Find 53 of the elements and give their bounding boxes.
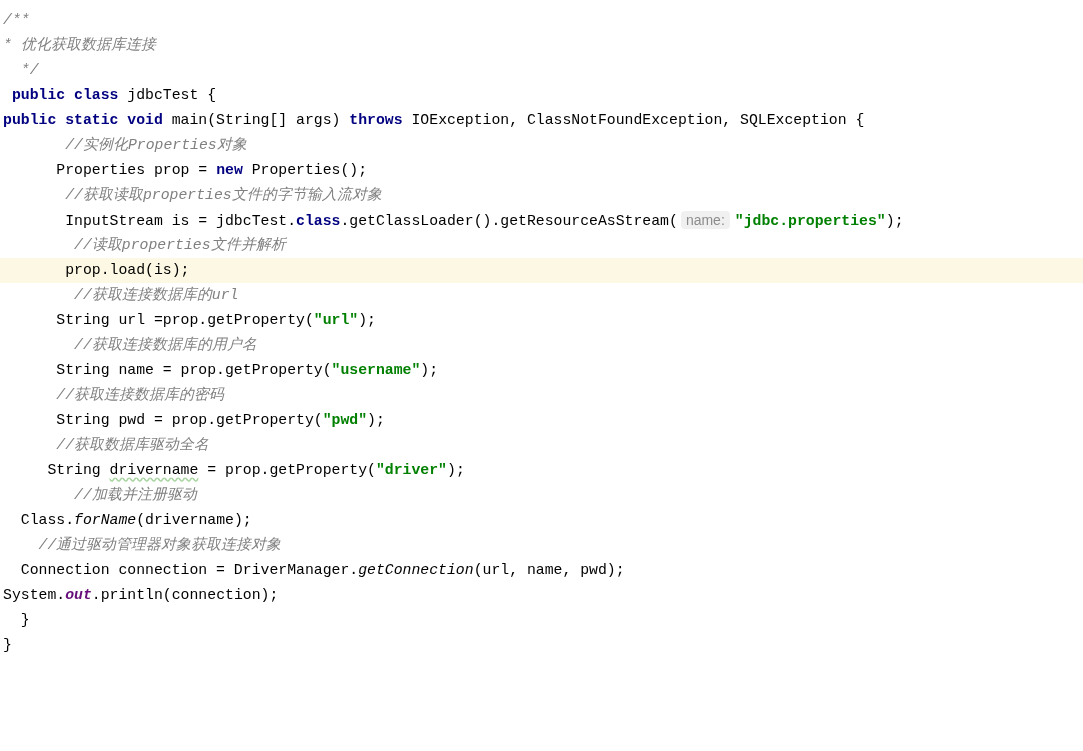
parameter-hint: name: [680, 211, 730, 229]
code-text: InputStream is = jdbcTest. [64, 213, 297, 229]
code-text: Class. [19, 512, 75, 528]
code-comment: //获取连接数据库的密码 [55, 387, 225, 403]
code-text: ); [447, 462, 465, 478]
code-text: String [46, 462, 102, 478]
code-comment: */ [19, 62, 39, 78]
code-text: Properties(); [250, 162, 368, 178]
code-text: ); [358, 312, 376, 328]
code-text: String pwd = prop.getProperty( [55, 412, 323, 428]
code-keyword: class [296, 213, 341, 229]
code-text: Properties prop = [55, 162, 209, 178]
code-keyword: new [216, 162, 243, 178]
code-keyword: throws [349, 112, 403, 128]
code-comment: //实例化Properties对象 [64, 137, 247, 153]
code-text: .getClassLoader().getResourceAsStream( [340, 213, 678, 229]
code-text: main(String[] args) [170, 112, 342, 128]
string-literal: "pwd" [322, 412, 368, 428]
code-text: (url, name, pwd); [473, 562, 625, 578]
string-literal: "driver" [375, 462, 447, 478]
code-text: ); [885, 213, 904, 229]
code-text: drivername [109, 462, 199, 478]
code-text: ); [420, 362, 439, 378]
code-text: String name = prop.getProperty( [55, 362, 332, 378]
code-text: ); [367, 412, 385, 428]
field-name: out [65, 587, 92, 603]
string-literal: "jdbc.properties" [734, 213, 886, 229]
code-comment: //获取连接数据库的url [73, 287, 239, 303]
code-text: } [3, 637, 12, 653]
method-name: getConnection [358, 562, 474, 578]
code-text: (drivername); [136, 512, 252, 528]
code-comment: * 优化获取数据库连接 [3, 37, 156, 53]
code-keyword: public static void [3, 112, 163, 128]
code-comment: //获取连接数据库的用户名 [73, 337, 257, 353]
code-text: = prop.getProperty( [206, 462, 376, 478]
string-literal: "url" [313, 312, 359, 328]
code-keyword: public class [10, 87, 119, 103]
code-comment: //获取数据库驱动全名 [55, 437, 210, 453]
code-text: IOException, ClassNotFoundException, SQLException { [410, 112, 865, 128]
string-literal: "username" [331, 362, 421, 378]
code-comment: //通过驱动管理器对象获取连接对象 [37, 537, 282, 553]
code-text: prop.load(is); [64, 262, 190, 278]
code-comment: //读取properties文件并解析 [73, 237, 286, 253]
code-text: System. [3, 587, 66, 603]
code-comment: //加载并注册驱动 [73, 487, 197, 503]
code-text: jdbcTest { [126, 87, 217, 103]
code-text: } [19, 612, 30, 628]
code-text: .println(connection); [91, 587, 279, 603]
code-comment: //获取读取properties文件的字节输入流对象 [64, 187, 382, 203]
code-text: Connection connection = DriverManager. [19, 562, 359, 578]
code-comment: /** [3, 12, 30, 28]
method-name: forName [74, 512, 137, 528]
code-text: String url =prop.getProperty( [55, 312, 314, 328]
